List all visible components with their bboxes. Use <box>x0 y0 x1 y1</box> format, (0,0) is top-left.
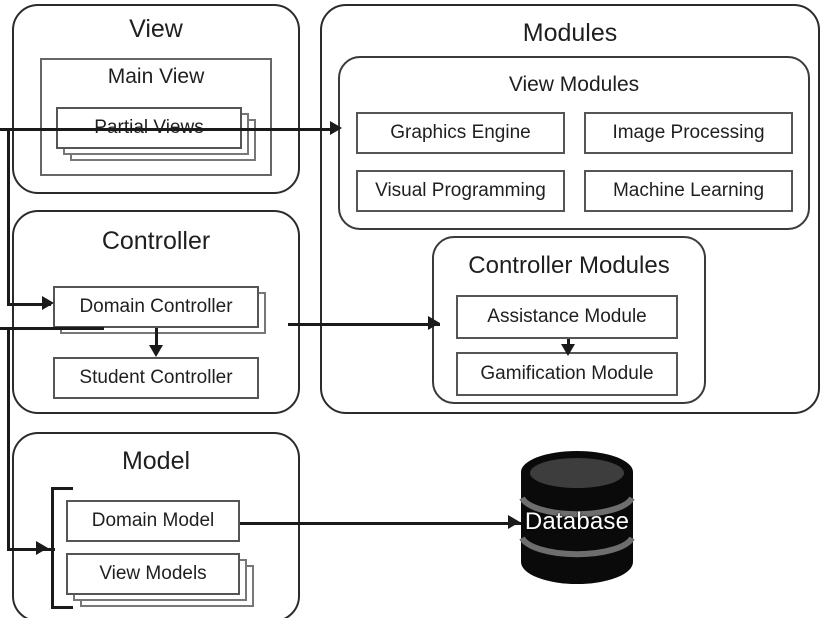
architecture-diagram: View Main View Partial Views Controller … <box>0 0 827 618</box>
domain-to-student-arrowhead <box>149 345 163 357</box>
modules-group-title: Modules <box>522 19 618 47</box>
controller-to-model-horizontal-top <box>0 327 104 330</box>
module-graphics-engine[interactable]: Graphics Engine <box>356 112 565 154</box>
domain-controller-box[interactable]: Domain Controller <box>53 286 259 328</box>
view-to-controller-vertical <box>7 128 10 305</box>
view-to-controller-arrowhead <box>42 296 54 310</box>
database-cylinder[interactable]: Database <box>518 450 636 584</box>
module-assistance[interactable]: Assistance Module <box>456 295 678 339</box>
partialviews-to-viewmodules-line <box>0 128 335 131</box>
module-visual-programming[interactable]: Visual Programming <box>356 170 565 212</box>
partialviews-to-viewmodules-arrowhead <box>330 121 342 135</box>
controller-to-model-vertical <box>7 327 10 550</box>
domain-model-box[interactable]: Domain Model <box>66 500 240 542</box>
module-image-processing[interactable]: Image Processing <box>584 112 793 154</box>
view-modules-title: View Modules <box>508 73 640 96</box>
controller-to-modules-line <box>288 323 440 326</box>
assistance-to-gamification-arrowhead <box>561 344 575 356</box>
view-group-title: View <box>129 15 183 43</box>
module-machine-learning[interactable]: Machine Learning <box>584 170 793 212</box>
controller-to-model-arrowhead <box>36 541 48 555</box>
module-gamification[interactable]: Gamification Module <box>456 352 678 396</box>
model-group-title: Model <box>121 447 191 475</box>
domainmodel-to-database-arrowhead <box>508 515 520 529</box>
controller-modules-title: Controller Modules <box>468 252 670 279</box>
domainmodel-to-database-line <box>240 522 521 525</box>
main-view-title: Main View <box>107 65 205 88</box>
view-models-box[interactable]: View Models <box>66 553 240 595</box>
student-controller-box[interactable]: Student Controller <box>53 357 259 399</box>
controller-group-title: Controller <box>101 227 211 255</box>
controller-to-modules-arrowhead <box>428 316 440 330</box>
database-icon <box>519 451 635 584</box>
